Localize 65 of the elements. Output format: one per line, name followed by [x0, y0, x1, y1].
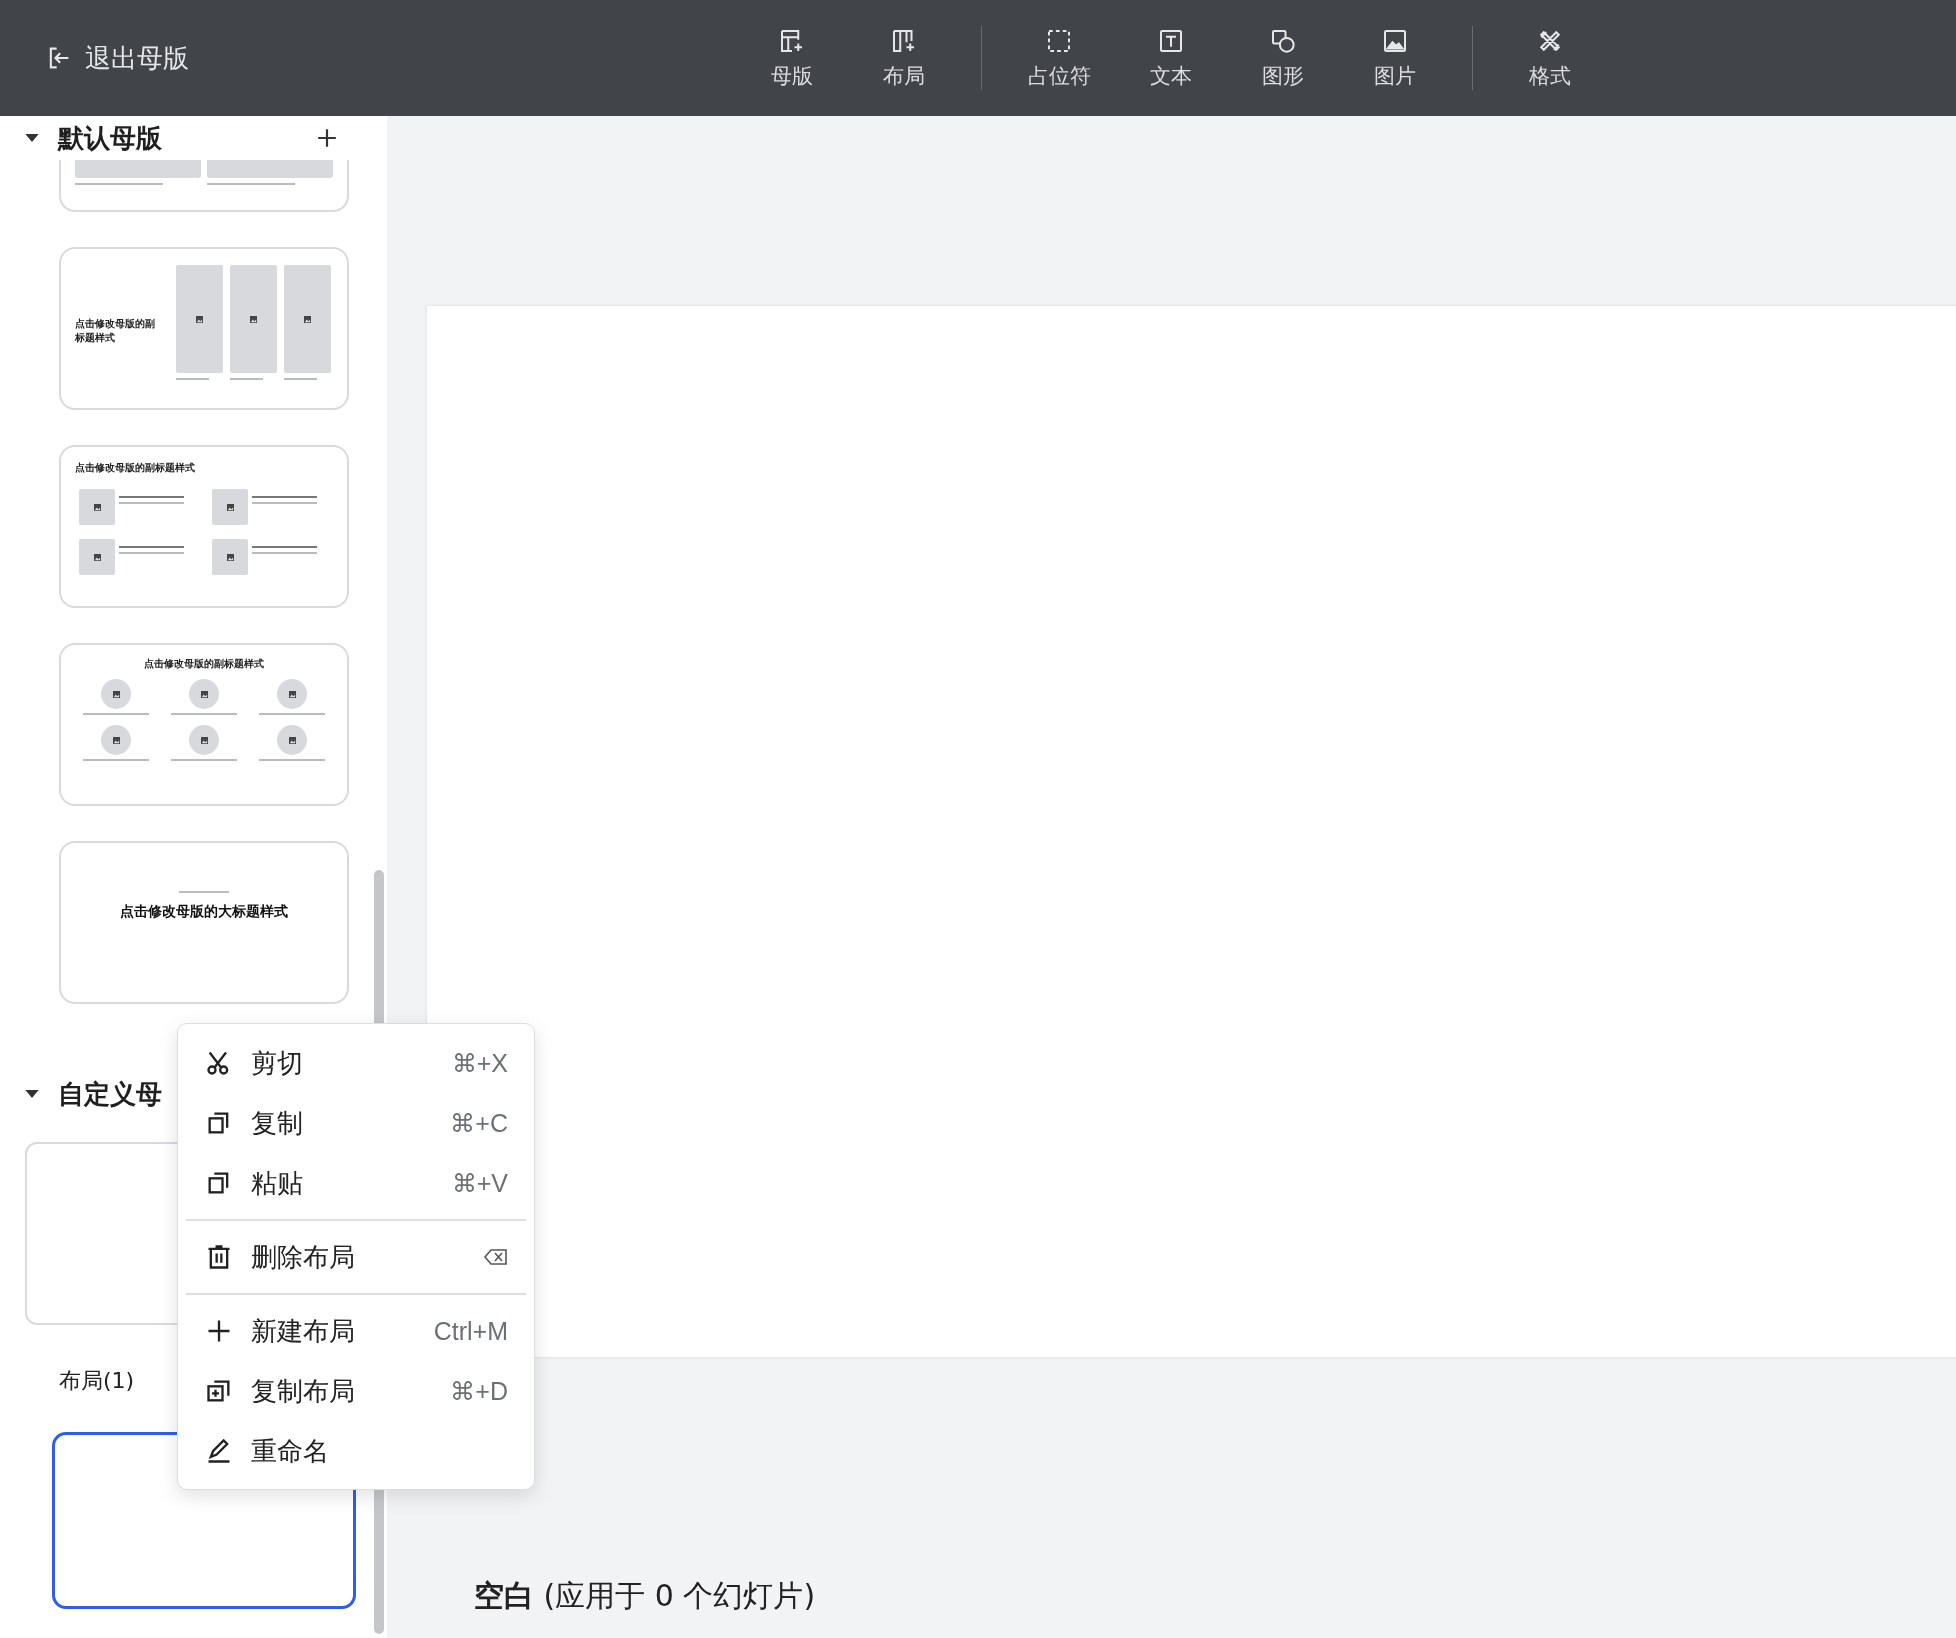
backspace-icon — [484, 1248, 508, 1266]
shortcut-text: ⌘+X — [451, 1048, 508, 1078]
layout-thumbnail[interactable]: 点击修改母版的副标题样式 — [59, 643, 349, 806]
toolbar-button[interactable]: 格式 — [1494, 26, 1606, 90]
image-icon — [288, 736, 296, 744]
menu-item[interactable]: 复制 ⌘+C — [178, 1093, 534, 1153]
section-title: 默认母版 — [58, 121, 162, 155]
image-icon — [200, 690, 208, 698]
image-icon — [250, 315, 257, 323]
menu-item[interactable]: 重命名 — [178, 1421, 534, 1481]
shortcut-text: ⌘+C — [450, 1108, 508, 1138]
text-placeholder-line — [252, 546, 317, 548]
subtitle-text: 点击修改母版的副标题样式 — [75, 317, 156, 345]
image-icon — [226, 503, 234, 511]
text-placeholder-line — [179, 891, 229, 893]
menu-item[interactable]: 剪切 ⌘+X — [178, 1033, 534, 1093]
text-placeholder-line — [252, 502, 317, 504]
menu-item[interactable]: 新建布局 Ctrl+M — [178, 1301, 534, 1361]
layouts-label: 布局(1) — [59, 1367, 135, 1395]
toolbar-button[interactable]: 图片 — [1339, 26, 1451, 90]
toolbar-button[interactable]: 母版 — [736, 26, 848, 90]
image-icon — [288, 690, 296, 698]
shortcut-text: Ctrl+M — [433, 1316, 508, 1346]
image-icon — [93, 553, 101, 561]
subtitle-text: 点击修改母版的副标题样式 — [143, 657, 265, 671]
text-placeholder-line — [83, 759, 149, 761]
image-icon — [112, 690, 120, 698]
image-icon — [304, 315, 311, 323]
layout-thumbnail[interactable]: 点击修改母版的大标题样式 — [59, 841, 349, 1004]
text-placeholder-line — [230, 378, 263, 380]
add-icon[interactable] — [316, 127, 338, 149]
image-icon — [196, 315, 203, 323]
image-icon — [226, 553, 234, 561]
menu-item[interactable]: 复制布局 ⌘+D — [178, 1361, 534, 1421]
toolbar-button[interactable]: 布局 — [848, 26, 960, 90]
menu-item[interactable]: 删除布局 — [178, 1227, 534, 1287]
image-icon — [112, 736, 120, 744]
text-placeholder-line — [119, 552, 184, 554]
section-title: 自定义母 — [58, 1077, 162, 1111]
subtitle-text: 点击修改母版的副标题样式 — [74, 461, 196, 475]
text-placeholder-line — [252, 496, 317, 498]
text-placeholder-line — [176, 378, 209, 380]
exit-master-button[interactable]: 退出母版 — [45, 40, 189, 76]
text-placeholder-line — [119, 546, 184, 548]
text-placeholder-line — [83, 713, 149, 715]
text-placeholder-line — [119, 496, 184, 498]
text-placeholder-line — [259, 759, 325, 761]
shortcut-text: ⌘+D — [450, 1376, 508, 1406]
toolbar-button[interactable]: 图形 — [1227, 26, 1339, 90]
text-placeholder-line — [284, 378, 317, 380]
image-icon — [200, 736, 208, 744]
text-placeholder-line — [252, 552, 317, 554]
layout-thumbnail[interactable]: 点击修改母版的副标题样式 — [59, 247, 349, 410]
menu-item[interactable]: 粘贴 ⌘+V — [178, 1153, 534, 1213]
shortcut-text: ⌘+V — [451, 1168, 508, 1198]
layout-thumbnail[interactable]: 点击修改母版的副标题样式 — [59, 445, 349, 608]
text-placeholder-line — [259, 713, 325, 715]
text-placeholder-line — [171, 713, 237, 715]
title-text: 点击修改母版的大标题样式 — [119, 903, 289, 921]
image-icon — [93, 503, 101, 511]
text-placeholder-line — [171, 759, 237, 761]
toolbar-button[interactable]: 文本 — [1115, 26, 1227, 90]
text-placeholder-line — [119, 502, 184, 504]
toolbar-button[interactable]: 占位符 — [1003, 26, 1115, 90]
layout-caption: 空白 (应用于 0 个幻灯片) — [474, 1577, 816, 1615]
